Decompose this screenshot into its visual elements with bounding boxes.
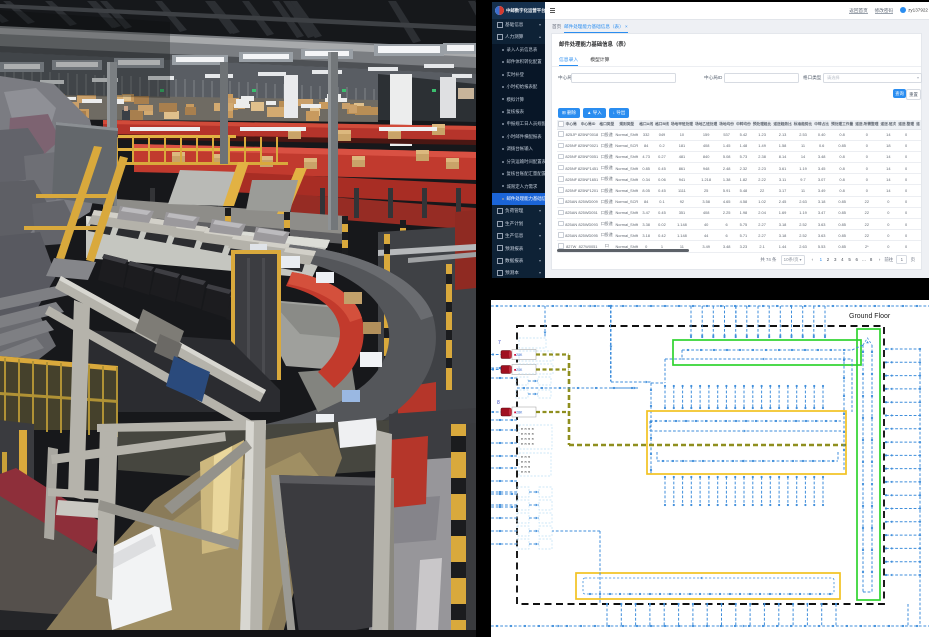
svg-text:8: 8 — [497, 400, 500, 406]
svg-text:M M M: M M M — [521, 461, 530, 464]
svg-text:■28K: ■28K — [514, 411, 523, 415]
svg-text:M M M: M M M — [521, 471, 530, 474]
svg-text:M M M M: M M M M — [521, 443, 534, 446]
svg-text:7: 7 — [498, 340, 501, 346]
svg-text:M M M: M M M — [521, 456, 530, 459]
svg-text:■28K: ■28K — [514, 368, 523, 372]
svg-text:M M M M: M M M M — [521, 438, 534, 441]
svg-text:Ground Floor: Ground Floor — [849, 313, 891, 320]
svg-text:M M M: M M M — [521, 466, 530, 469]
svg-text:■28K: ■28K — [514, 353, 523, 357]
svg-text:M M M M: M M M M — [521, 433, 534, 436]
svg-text:M M M M: M M M M — [521, 428, 534, 431]
